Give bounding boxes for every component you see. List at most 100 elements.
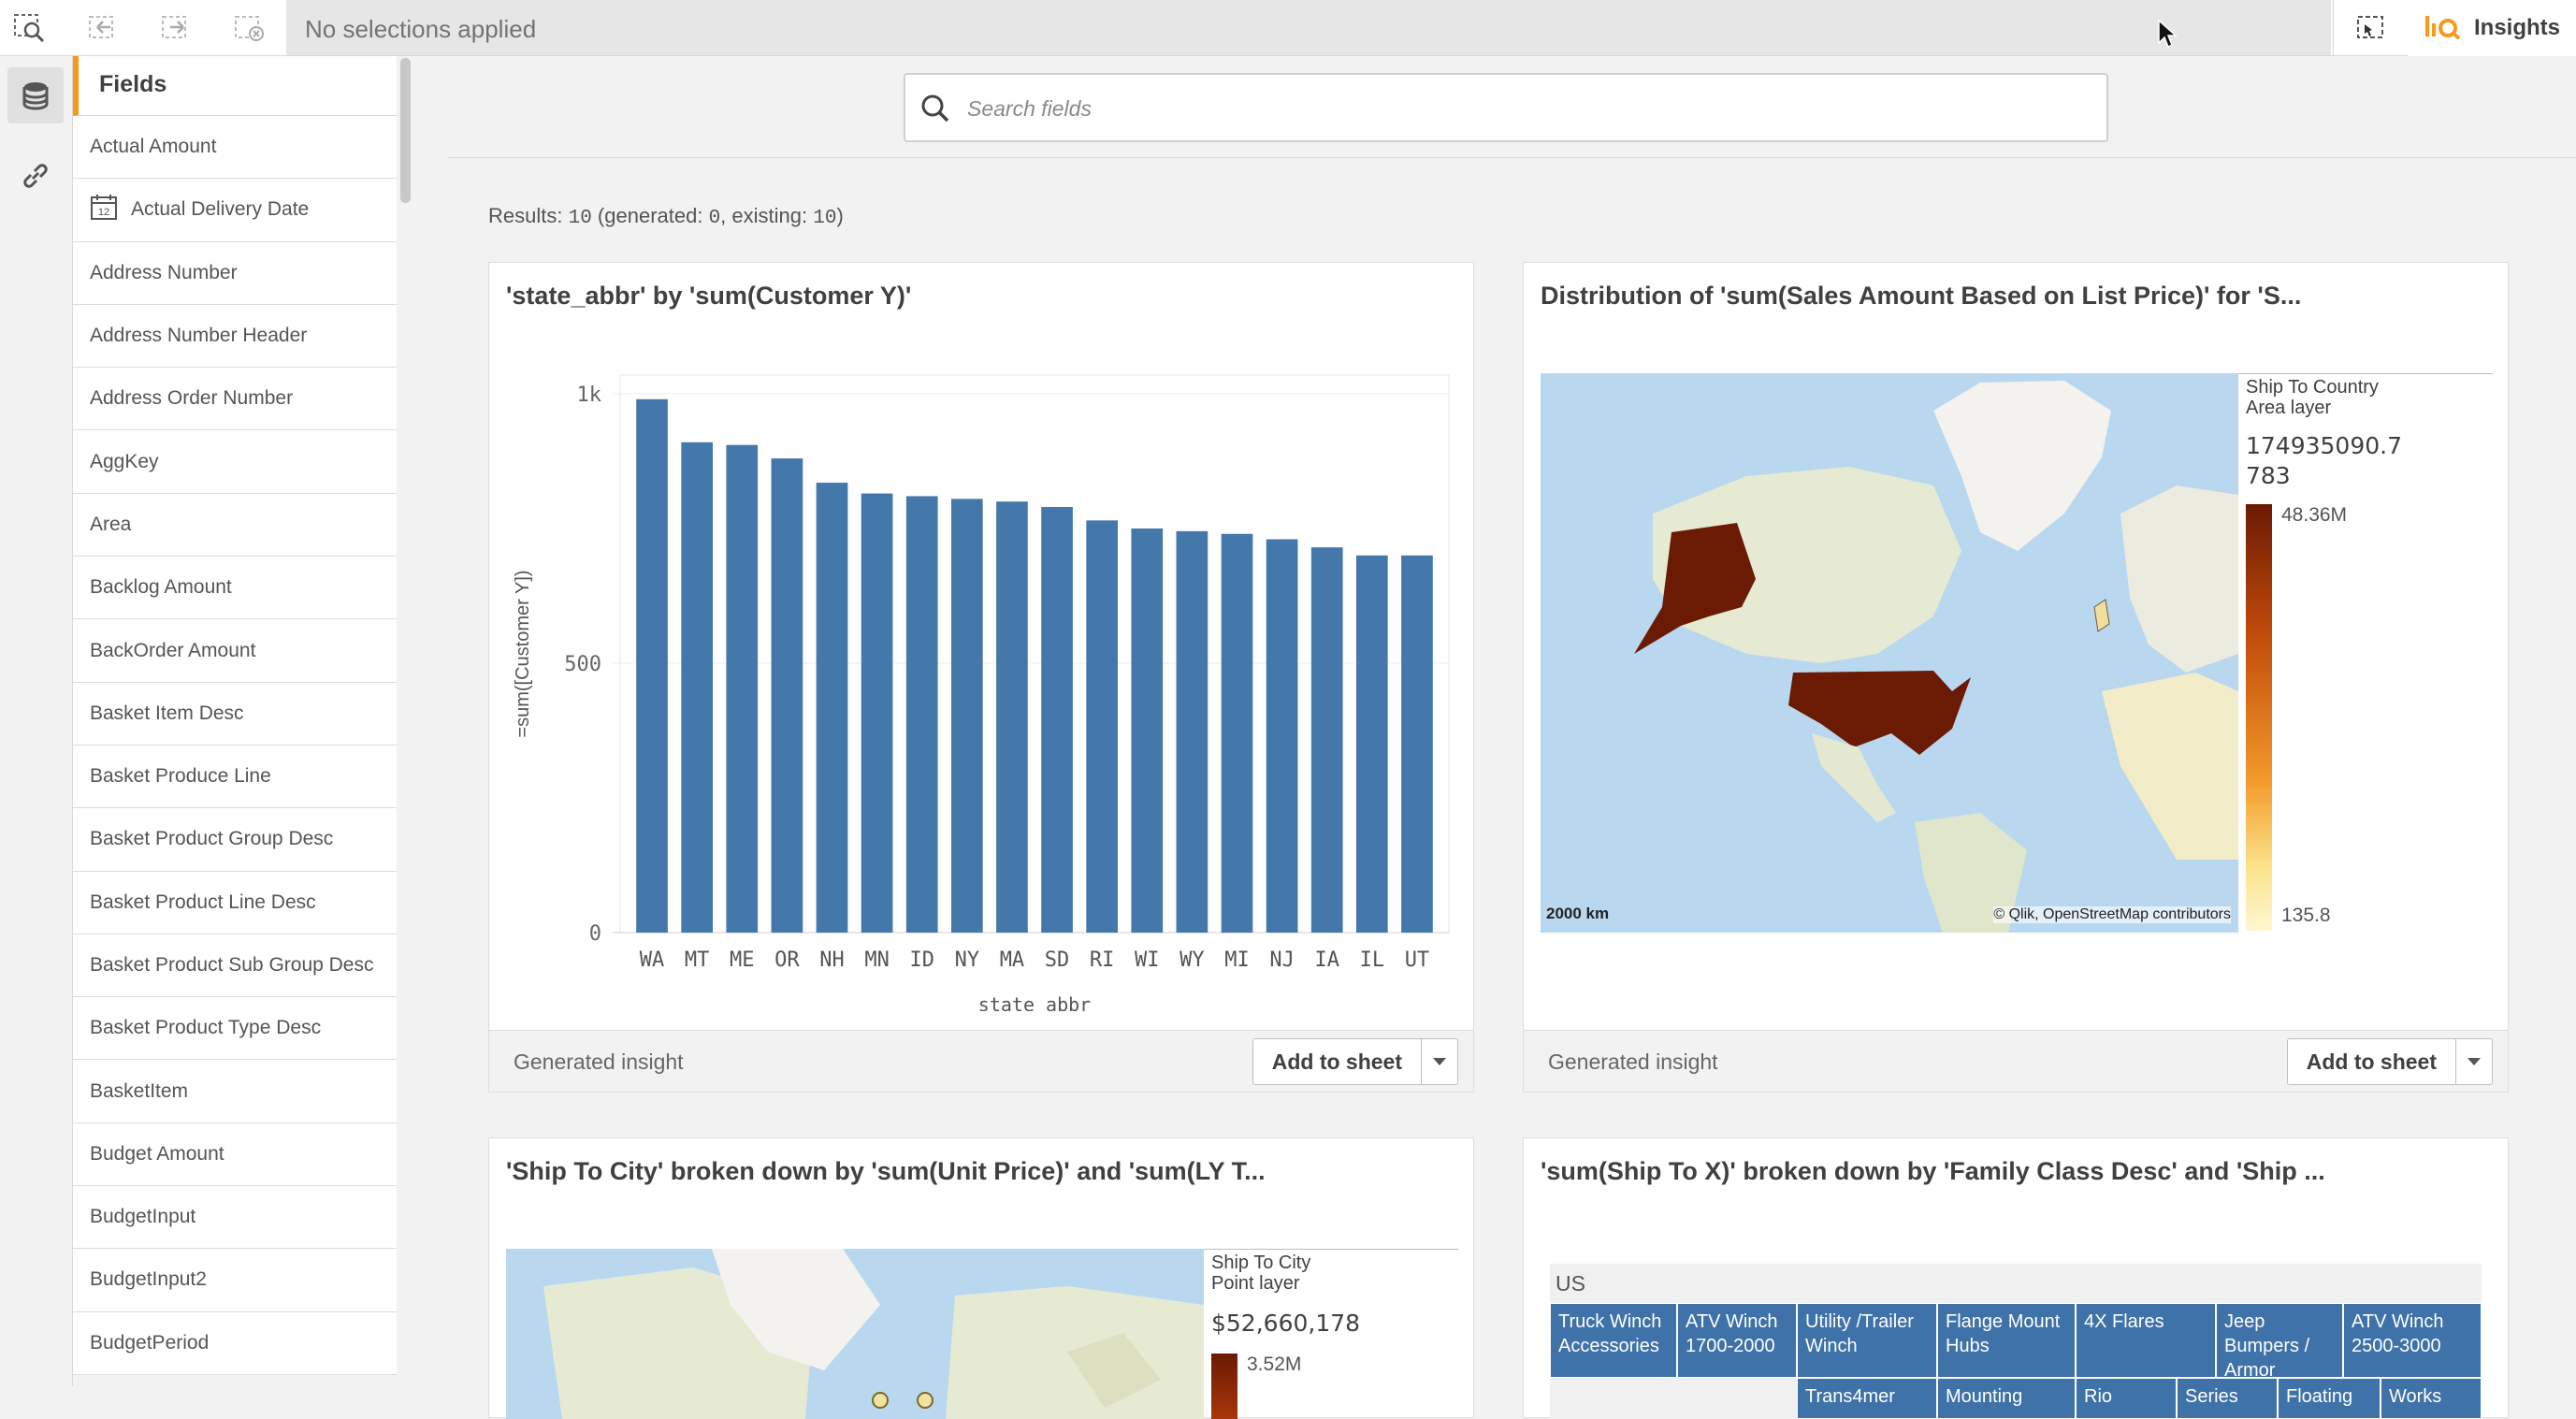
field-item[interactable]: Basket Produce Line [73,745,397,809]
field-item[interactable]: Basket Product Sub Group Desc [73,934,397,998]
x-tick-label: RI [1090,948,1115,972]
treemap-cell[interactable]: Utility /Trailer Winch [1797,1303,1937,1378]
x-tick-label: WA [640,948,665,972]
x-tick-label: WI [1135,948,1160,972]
bar [1176,530,1208,933]
treemap-cell[interactable]: ATV Winch 2500-3000 [2343,1303,2482,1378]
treemap-cell[interactable]: Mounting [1937,1378,2076,1419]
country-map[interactable]: 2000 km © Qlik, OpenStreetMap contributo… [1541,373,2238,933]
field-item[interactable]: Address Number Header [73,304,397,369]
results-existing: 10 [813,208,837,229]
field-item[interactable]: Basket Product Type Desc [73,997,397,1061]
card-footer: Generated insight Add to sheet [1524,1030,2508,1092]
x-tick-label: NJ [1269,948,1295,972]
field-item[interactable]: Address Order Number [73,368,397,431]
top-toolbar: No selections applied Insights [0,0,2576,56]
insight-card-treemap[interactable]: 'sum(Ship To X)' broken down by 'Family … [1523,1137,2509,1419]
card-title: 'sum(Ship To X)' broken down by 'Family … [1541,1157,2325,1185]
link-icon[interactable] [7,148,64,204]
field-item-label: BudgetInput [90,1206,196,1228]
field-item[interactable]: Basket Product Group Desc [73,808,397,872]
chevron-down-icon[interactable] [2456,1039,2492,1084]
field-item[interactable]: Area [73,493,397,557]
search-input[interactable] [967,88,2071,129]
legend-color-scale [2246,504,2272,931]
bar [726,444,759,934]
search-box[interactable] [904,73,2108,142]
legend-title: Ship To City Point layer [1211,1252,1310,1294]
field-item[interactable]: BudgetInput [73,1186,397,1250]
treemap-group-label: US [1556,1271,1585,1296]
toggle-panel-icon[interactable] [2333,0,2408,55]
treemap-cell[interactable]: Works [2381,1378,2482,1419]
scrollbar-thumb[interactable] [400,58,411,203]
legend-high-label: 3.52M [1247,1354,1302,1375]
svg-text:12: 12 [98,207,109,218]
field-item-label: Basket Product Type Desc [90,1017,322,1039]
treemap-cell[interactable]: Trans4mer [1797,1378,1937,1419]
legend-layer: Point layer [1211,1273,1300,1294]
x-tick-label: MI [1224,948,1250,972]
treemap-cell[interactable]: Truck Winch Accessories [1550,1303,1677,1378]
treemap-cell[interactable]: ATV Winch 1700-2000 [1677,1303,1797,1378]
tab-insights[interactable]: Insights [2408,0,2576,56]
field-item[interactable]: BasketItem [73,1060,397,1123]
search-icon [919,92,952,130]
bar-chart[interactable]: 0 500 1k =sum([Customer Y]) WA MT ME OR NH MN ID NY… [489,263,1475,1011]
x-tick-label: NY [955,948,979,972]
x-tick-label: WY [1179,948,1205,972]
treemap-cell[interactable]: 4X Flares [2076,1303,2216,1378]
field-item[interactable]: Backlog Amount [73,557,397,620]
divider [447,157,2576,158]
add-to-sheet-button[interactable]: Add to sheet [1252,1038,1458,1085]
field-item[interactable]: Basket Product Line Desc [73,871,397,934]
treemap-cell[interactable]: Floating [2278,1378,2381,1419]
bar [1266,539,1298,933]
selections-bar[interactable]: No selections applied [286,0,2331,55]
bar [681,442,714,934]
legend-low-label: 135.8 [2281,905,2331,926]
chevron-down-icon[interactable] [1422,1039,1457,1084]
bar [771,458,803,933]
bar [905,496,938,933]
field-item[interactable]: AggKey [73,430,397,494]
fields-scrollbar[interactable] [397,56,412,1386]
clear-selections-icon[interactable] [223,7,275,49]
y-tick-label: 0 [589,922,601,946]
insight-card-bar-chart[interactable]: 'state_abbr' by 'sum(Customer Y)' 0 500 1k… [488,262,1474,1093]
legend-dimension: Ship To City [1211,1252,1311,1273]
step-back-icon[interactable] [77,7,129,49]
add-to-sheet-button[interactable]: Add to sheet [2286,1038,2493,1085]
y-axis-label: =sum([Customer Y]) [513,570,533,737]
field-item-label: AggKey [90,450,159,472]
field-item[interactable]: BudgetPeriod [73,1311,397,1375]
bar [1041,506,1073,933]
x-tick-label: IL [1360,948,1385,972]
field-item[interactable]: BackOrder Amount [73,619,397,683]
treemap-cell[interactable]: Flange Mount Hubs [1937,1303,2076,1378]
map-attribution[interactable]: © Qlik, OpenStreetMap contributors [1993,906,2231,923]
treemap-cell[interactable]: Jeep Bumpers / Armor [2216,1303,2343,1378]
city-map[interactable] [506,1249,1204,1419]
treemap-cell[interactable]: Series [2177,1378,2278,1419]
field-item[interactable]: Budget Amount [73,1122,397,1187]
field-item-label: Actual Amount [90,136,217,158]
field-item[interactable]: BudgetInput2 [73,1249,397,1312]
step-forward-icon[interactable] [150,7,202,49]
insight-card-country-map[interactable]: Distribution of 'sum(Sales Amount Based … [1523,262,2509,1093]
field-item[interactable]: Basket Item Desc [73,682,397,746]
card-title: 'Ship To City' broken down by 'sum(Unit … [506,1157,1266,1185]
generated-insight-label: Generated insight [1548,1050,1718,1074]
database-icon[interactable] [7,67,64,123]
field-item-label: Area [90,513,132,535]
field-item[interactable]: 12 Actual Delivery Date [73,179,397,242]
bar [636,398,668,933]
treemap[interactable]: US Truck Winch Accessories ATV Winch 1700… [1550,1264,2482,1419]
bar [1401,555,1433,933]
x-tick-label: NH [819,948,845,972]
treemap-cell[interactable]: Rio [2076,1378,2177,1419]
field-item[interactable]: Address Number [73,241,397,305]
smart-search-icon[interactable] [4,7,56,49]
insight-card-city-map[interactable]: 'Ship To City' broken down by 'sum(Unit … [488,1137,1474,1419]
field-item[interactable]: Actual Amount [73,116,397,180]
